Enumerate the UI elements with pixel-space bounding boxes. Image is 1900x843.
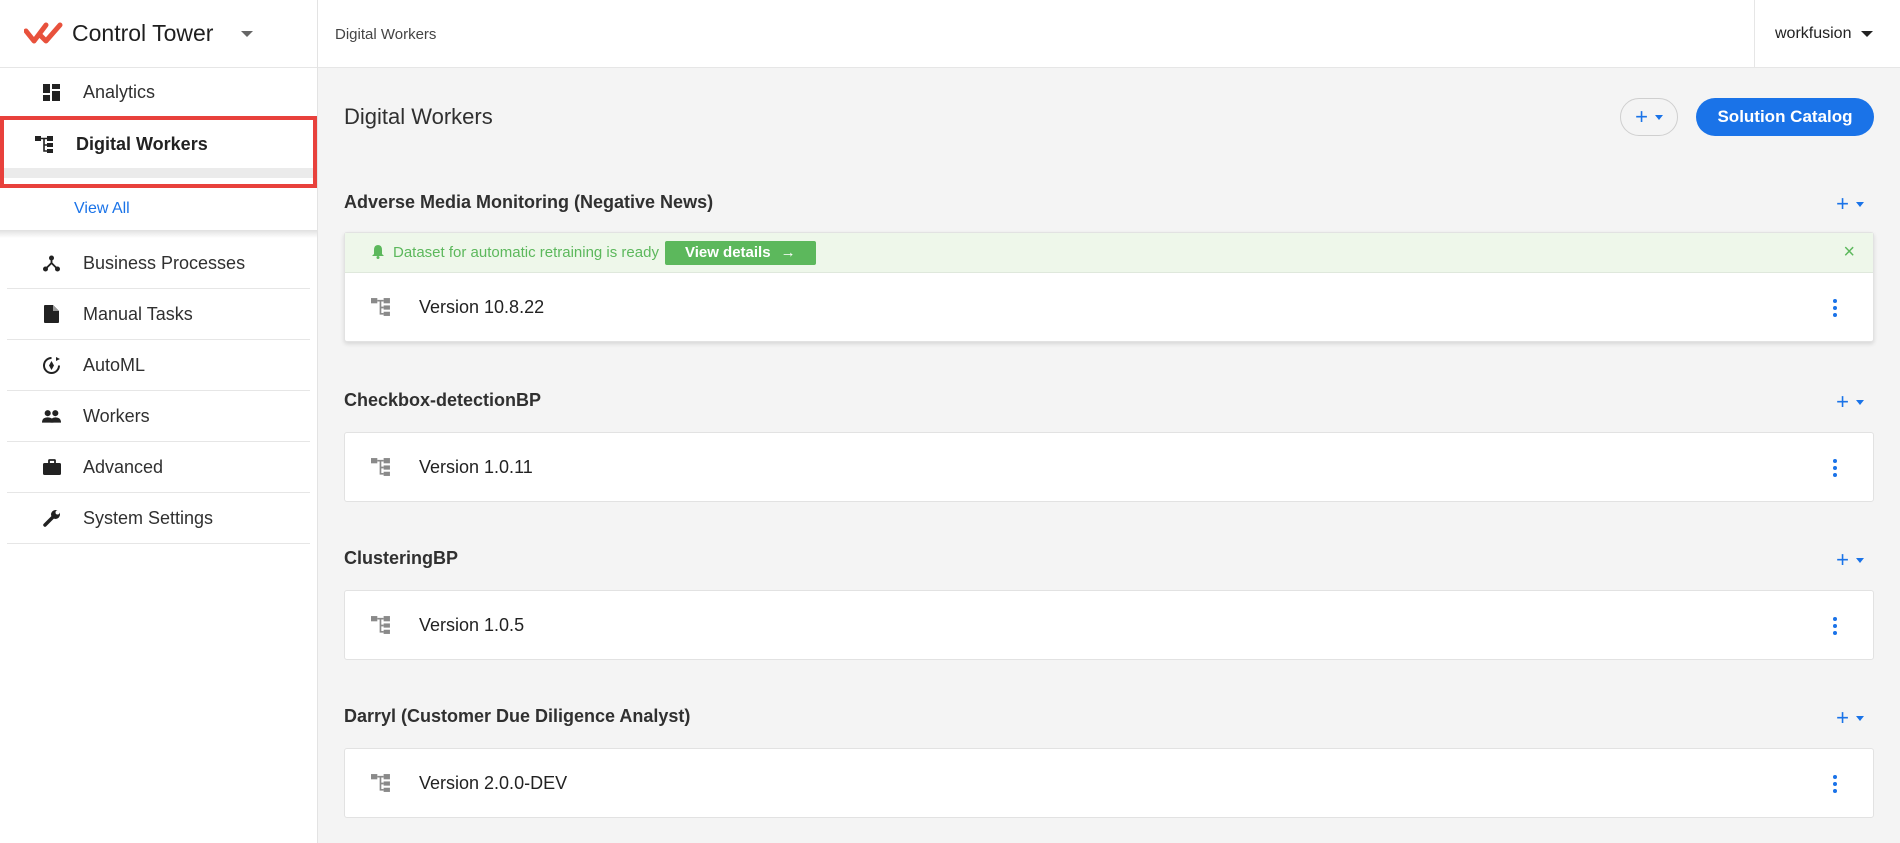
sidebar-item-workers[interactable]: Workers	[7, 391, 310, 442]
worker-section: ClusteringBP + Version 1.0.5	[344, 547, 1874, 660]
add-version-button[interactable]: +	[1836, 389, 1864, 414]
add-version-button[interactable]: +	[1836, 191, 1864, 216]
alert-message: Dataset for automatic retraining is read…	[393, 244, 659, 261]
divider	[0, 230, 317, 238]
version-card: Version 2.0.0-DEV	[344, 748, 1874, 818]
version-card: Version 1.0.5	[344, 590, 1874, 660]
more-vert-icon[interactable]	[1833, 299, 1837, 317]
chevron-down-icon	[1856, 201, 1864, 207]
add-version-button[interactable]: +	[1836, 705, 1864, 730]
sidebar: Control Tower Analytics Digital Workers …	[0, 0, 318, 843]
sidebar-item-automl[interactable]: AutoML	[7, 340, 310, 391]
chevron-down-icon	[1856, 715, 1864, 721]
plus-icon: +	[1836, 547, 1849, 572]
version-card: Dataset for automatic retraining is read…	[344, 232, 1874, 342]
workfusion-logo-icon	[24, 22, 63, 43]
more-vert-icon[interactable]	[1833, 775, 1837, 793]
chevron-down-icon	[1856, 557, 1864, 563]
version-row[interactable]: Version 1.0.11	[345, 433, 1873, 501]
section-title: Adverse Media Monitoring (Negative News)	[344, 192, 714, 212]
document-icon	[42, 305, 61, 324]
sidebar-item-analytics[interactable]: Analytics	[7, 68, 310, 116]
worker-section: Darryl (Customer Due Diligence Analyst) …	[344, 705, 1874, 818]
people-icon	[42, 407, 61, 426]
plus-icon: +	[1836, 705, 1849, 730]
more-vert-icon[interactable]	[1833, 459, 1837, 477]
app-switcher[interactable]: Control Tower	[0, 0, 317, 68]
page-title: Digital Workers	[344, 104, 493, 129]
add-version-button[interactable]: +	[1836, 547, 1864, 572]
sidebar-subitem-view-all[interactable]: View All	[0, 188, 317, 230]
user-name: workfusion	[1775, 25, 1852, 42]
version-label: Version 1.0.5	[419, 614, 525, 635]
sidebar-item-digital-workers[interactable]: Digital Workers	[0, 116, 317, 188]
user-menu[interactable]: workfusion	[1754, 0, 1878, 68]
sidebar-item-label: Advanced	[83, 456, 164, 477]
process-icon	[42, 254, 61, 273]
arrow-right-icon: →	[780, 244, 796, 261]
automl-icon	[42, 356, 61, 375]
chevron-down-icon	[1856, 399, 1864, 405]
sidebar-item-label: Manual Tasks	[83, 303, 193, 324]
breadcrumb[interactable]: Digital Workers	[335, 0, 436, 68]
sidebar-item-manual-tasks[interactable]: Manual Tasks	[7, 289, 310, 340]
version-row[interactable]: Version 1.0.5	[345, 591, 1873, 659]
version-label: Version 1.0.11	[419, 456, 533, 477]
plus-icon: +	[1635, 104, 1648, 129]
plus-icon: +	[1836, 191, 1849, 216]
sidebar-item-label: Workers	[83, 405, 150, 426]
retraining-alert: Dataset for automatic retraining is read…	[345, 233, 1873, 273]
worker-section: Checkbox-detectionBP + Version 1.0.11	[344, 389, 1874, 502]
sidebar-item-system-settings[interactable]: System Settings	[7, 493, 310, 544]
briefcase-icon	[42, 458, 61, 477]
app-title: Control Tower	[72, 20, 214, 46]
view-details-label: View details	[684, 244, 771, 261]
top-bar: Digital Workers workfusion	[318, 0, 1900, 68]
hierarchy-icon	[371, 457, 391, 477]
sidebar-item-label: Analytics	[83, 81, 156, 102]
hierarchy-icon	[371, 615, 391, 635]
hierarchy-icon	[35, 135, 54, 154]
solution-catalog-button[interactable]: Solution Catalog	[1696, 98, 1874, 136]
sidebar-item-label: Business Processes	[83, 252, 246, 273]
section-title: Darryl (Customer Due Diligence Analyst)	[344, 706, 691, 726]
view-details-button[interactable]: View details →	[664, 240, 816, 265]
chevron-down-icon	[1654, 114, 1663, 120]
more-vert-icon[interactable]	[1833, 617, 1837, 635]
version-row[interactable]: Version 10.8.22	[345, 273, 1873, 341]
sidebar-item-advanced[interactable]: Advanced	[7, 442, 310, 493]
close-icon[interactable]: ×	[1843, 242, 1855, 262]
wrench-icon	[42, 509, 61, 528]
section-title: Checkbox-detectionBP	[344, 390, 542, 410]
bell-icon	[371, 244, 385, 262]
version-row[interactable]: Version 2.0.0-DEV	[345, 749, 1873, 817]
sidebar-item-label: Digital Workers	[76, 133, 208, 154]
dashboard-icon	[42, 83, 61, 102]
add-digital-worker-button[interactable]: +	[1620, 98, 1678, 136]
hierarchy-icon	[371, 773, 391, 793]
version-card: Version 1.0.11	[344, 432, 1874, 502]
sidebar-item-label: AutoML	[83, 354, 146, 375]
chevron-down-icon	[1861, 31, 1874, 37]
sidebar-item-business-processes[interactable]: Business Processes	[7, 238, 310, 289]
version-label: Version 2.0.0-DEV	[419, 772, 568, 793]
chevron-down-icon[interactable]	[241, 30, 254, 37]
version-label: Version 10.8.22	[419, 296, 545, 317]
section-title: ClusteringBP	[344, 548, 459, 568]
worker-section: Adverse Media Monitoring (Negative News)…	[344, 191, 1874, 342]
plus-icon: +	[1836, 389, 1849, 414]
hierarchy-icon	[371, 297, 391, 317]
sidebar-item-label: System Settings	[83, 507, 214, 528]
